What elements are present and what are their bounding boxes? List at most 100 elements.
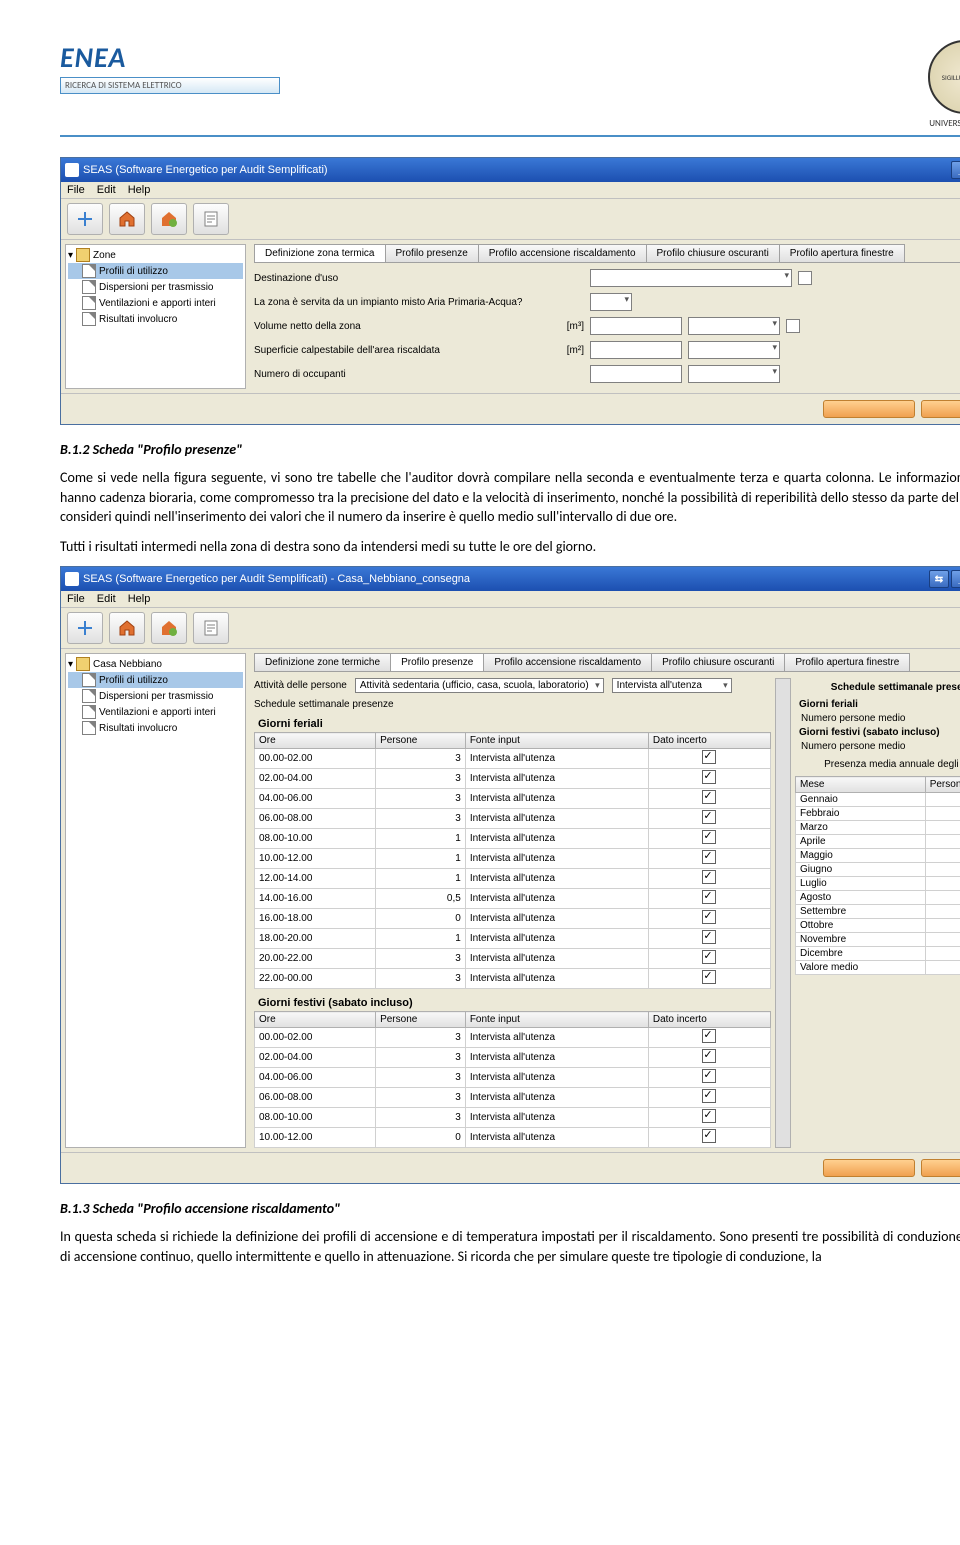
tab-oscuranti[interactable]: Profilo chiusure oscuranti bbox=[646, 244, 780, 262]
select-field[interactable] bbox=[688, 341, 780, 359]
menu-file[interactable]: File bbox=[67, 184, 85, 196]
doc-icon bbox=[82, 280, 96, 294]
checkbox[interactable] bbox=[702, 890, 716, 904]
checkbox[interactable] bbox=[798, 271, 812, 285]
menu-file[interactable]: File bbox=[67, 593, 85, 605]
tree-item-risultati[interactable]: Risultati involucro bbox=[68, 720, 243, 736]
table-row[interactable]: 14.00-16.000,5Intervista all'utenza bbox=[255, 889, 771, 909]
footer-button-2[interactable] bbox=[921, 1159, 960, 1177]
checkbox[interactable] bbox=[702, 870, 716, 884]
select-field[interactable] bbox=[590, 293, 632, 311]
tab-oscuranti[interactable]: Profilo chiusure oscuranti bbox=[651, 653, 785, 671]
menu-help[interactable]: Help bbox=[128, 593, 151, 605]
nav-button[interactable]: ⇆ bbox=[929, 570, 949, 588]
checkbox[interactable] bbox=[702, 950, 716, 964]
table-row[interactable]: 16.00-18.000Intervista all'utenza bbox=[255, 909, 771, 929]
table-row[interactable]: 20.00-22.003Intervista all'utenza bbox=[255, 949, 771, 969]
table-row[interactable]: 12.00-14.001Intervista all'utenza bbox=[255, 869, 771, 889]
checkbox[interactable] bbox=[702, 790, 716, 804]
checkbox[interactable] bbox=[702, 830, 716, 844]
table-row[interactable]: 04.00-06.003Intervista all'utenza bbox=[255, 789, 771, 809]
table-row[interactable]: 00.00-02.003Intervista all'utenza bbox=[255, 749, 771, 769]
tree-item-ventilazioni[interactable]: Ventilazioni e apporti interi bbox=[68, 295, 243, 311]
menu-edit[interactable]: Edit bbox=[97, 593, 116, 605]
folder-icon bbox=[76, 657, 90, 671]
table-row[interactable]: 18.00-20.001Intervista all'utenza bbox=[255, 929, 771, 949]
checkbox[interactable] bbox=[702, 970, 716, 984]
tab-definizione[interactable]: Definizione zona termica bbox=[254, 244, 386, 262]
enea-brand: ENEA bbox=[60, 40, 280, 75]
checkbox[interactable] bbox=[702, 930, 716, 944]
fonte-select[interactable]: Intervista all'utenza bbox=[612, 678, 732, 693]
checkbox[interactable] bbox=[702, 1049, 716, 1063]
table-row[interactable]: 02.00-04.003Intervista all'utenza bbox=[255, 769, 771, 789]
tab-presenze[interactable]: Profilo presenze bbox=[390, 653, 484, 671]
table-row[interactable]: 10.00-12.000Intervista all'utenza bbox=[255, 1128, 771, 1148]
checkbox[interactable] bbox=[702, 1089, 716, 1103]
table-row[interactable]: 06.00-08.003Intervista all'utenza bbox=[255, 1088, 771, 1108]
minimize-button[interactable]: _ bbox=[951, 161, 960, 179]
tool-add-icon[interactable] bbox=[67, 612, 103, 644]
checkbox[interactable] bbox=[702, 910, 716, 924]
tree-item-dispersioni[interactable]: Dispersioni per trasmissio bbox=[68, 688, 243, 704]
tree-item-profili[interactable]: Profili di utilizzo bbox=[68, 672, 243, 688]
table-row[interactable]: 08.00-10.001Intervista all'utenza bbox=[255, 829, 771, 849]
pisa-seal-icon: SIGILLUM · 1343 bbox=[928, 40, 960, 114]
tool-house-settings-icon[interactable] bbox=[151, 612, 187, 644]
scrollbar[interactable] bbox=[775, 678, 791, 1148]
input-field[interactable] bbox=[590, 341, 682, 359]
tool-home-icon[interactable] bbox=[109, 612, 145, 644]
tree-root[interactable]: ▾ Zone bbox=[68, 247, 243, 263]
tool-add-icon[interactable] bbox=[67, 203, 103, 235]
menu-edit[interactable]: Edit bbox=[97, 184, 116, 196]
tool-home-icon[interactable] bbox=[109, 203, 145, 235]
table-row[interactable]: 10.00-12.001Intervista all'utenza bbox=[255, 849, 771, 869]
tool-report-icon[interactable] bbox=[193, 612, 229, 644]
section-b13: B.1.3 Scheda "Profilo accensione riscald… bbox=[60, 1200, 960, 1217]
tree-item-ventilazioni[interactable]: Ventilazioni e apporti interi bbox=[68, 704, 243, 720]
table-row: Valore medio1,56 bbox=[796, 961, 960, 975]
tab-finestre[interactable]: Profilo apertura finestre bbox=[784, 653, 910, 671]
attivita-select[interactable]: Attività sedentaria (ufficio, casa, scuo… bbox=[355, 678, 604, 693]
table-row[interactable]: 04.00-06.003Intervista all'utenza bbox=[255, 1068, 771, 1088]
table-row[interactable]: 22.00-00.003Intervista all'utenza bbox=[255, 969, 771, 989]
table-row[interactable]: 06.00-08.003Intervista all'utenza bbox=[255, 809, 771, 829]
table-row: Luglio1,66 bbox=[796, 877, 960, 891]
table-row: Dicembre1,42 bbox=[796, 947, 960, 961]
footer-button-2[interactable] bbox=[921, 400, 960, 418]
menu-help[interactable]: Help bbox=[128, 184, 151, 196]
tab-definizione[interactable]: Definizione zone termiche bbox=[254, 653, 391, 671]
tab-finestre[interactable]: Profilo apertura finestre bbox=[779, 244, 905, 262]
tool-house-settings-icon[interactable] bbox=[151, 203, 187, 235]
checkbox[interactable] bbox=[702, 750, 716, 764]
tool-report-icon[interactable] bbox=[193, 203, 229, 235]
table-row[interactable]: 08.00-10.003Intervista all'utenza bbox=[255, 1108, 771, 1128]
tab-riscaldamento[interactable]: Profilo accensione riscaldamento bbox=[478, 244, 647, 262]
tab-riscaldamento[interactable]: Profilo accensione riscaldamento bbox=[483, 653, 652, 671]
checkbox[interactable] bbox=[702, 1129, 716, 1143]
footer-button-1[interactable] bbox=[823, 1159, 915, 1177]
checkbox[interactable] bbox=[702, 1029, 716, 1043]
tree-root[interactable]: ▾ Casa Nebbiano bbox=[68, 656, 243, 672]
tab-presenze[interactable]: Profilo presenze bbox=[385, 244, 479, 262]
footer-button-1[interactable] bbox=[823, 400, 915, 418]
tree-item-dispersioni[interactable]: Dispersioni per trasmissio bbox=[68, 279, 243, 295]
checkbox[interactable] bbox=[702, 810, 716, 824]
input-field[interactable] bbox=[590, 365, 682, 383]
checkbox[interactable] bbox=[702, 1069, 716, 1083]
checkbox[interactable] bbox=[702, 1109, 716, 1123]
checkbox[interactable] bbox=[702, 850, 716, 864]
toolbar bbox=[61, 608, 960, 649]
select-field[interactable] bbox=[688, 365, 780, 383]
minimize-button[interactable]: _ bbox=[951, 570, 960, 588]
select-field[interactable] bbox=[688, 317, 780, 335]
select-field[interactable] bbox=[590, 269, 792, 287]
table-row: Aprile1,66 bbox=[796, 835, 960, 849]
table-row[interactable]: 00.00-02.003Intervista all'utenza bbox=[255, 1028, 771, 1048]
checkbox[interactable] bbox=[786, 319, 800, 333]
tree-item-profili[interactable]: Profili di utilizzo bbox=[68, 263, 243, 279]
checkbox[interactable] bbox=[702, 770, 716, 784]
table-row[interactable]: 02.00-04.003Intervista all'utenza bbox=[255, 1048, 771, 1068]
tree-item-risultati[interactable]: Risultati involucro bbox=[68, 311, 243, 327]
input-field[interactable] bbox=[590, 317, 682, 335]
